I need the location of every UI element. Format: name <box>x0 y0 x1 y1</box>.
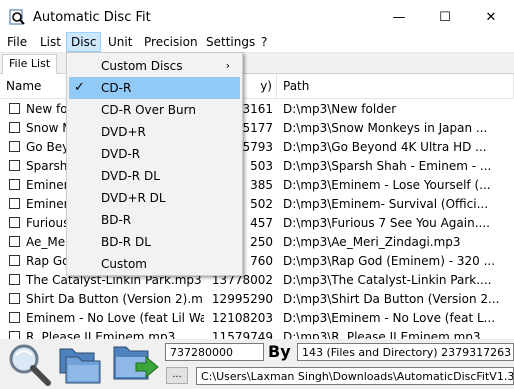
menu-item-custom[interactable]: Custom <box>69 253 240 275</box>
window-title: Automatic Disc Fit <box>33 9 151 25</box>
menu-item-label: DVD-R DL <box>101 169 160 183</box>
menu-unit[interactable]: Unit <box>104 32 136 52</box>
add-folders-icon[interactable] <box>56 339 106 387</box>
menu-item-label: CD-R <box>101 81 132 95</box>
menu-item-custom-discs[interactable]: Custom Discs › <box>69 55 240 77</box>
row-checkbox[interactable] <box>9 179 20 190</box>
row-checkbox[interactable] <box>9 255 20 266</box>
menu-item-label: DVD-R <box>101 147 141 161</box>
menu-item-label: Custom <box>101 257 147 271</box>
checkmark-icon: ✓ <box>74 80 85 95</box>
tab-file-list[interactable]: File List <box>2 54 58 74</box>
menu-item-cd-r-over-burn[interactable]: CD-R Over Burn <box>69 99 240 121</box>
row-checkbox[interactable] <box>9 122 20 133</box>
folder-export-icon[interactable] <box>110 339 160 387</box>
menu-item-label: CD-R Over Burn <box>101 103 196 117</box>
row-checkbox[interactable] <box>9 217 20 228</box>
row-checkbox[interactable] <box>9 160 20 171</box>
disc-dropdown-menu: Custom Discs › ✓ CD-R CD-R Over Burn DVD… <box>66 52 243 276</box>
menu-item-bd-r[interactable]: BD-R <box>69 209 240 231</box>
cell-path: D:\mp3\R. Please II Eminem.mp3 <box>283 330 481 339</box>
menu-item-label: DVD+R <box>101 125 146 139</box>
menu-item-bd-r-dl[interactable]: BD-R DL <box>69 231 240 253</box>
summary-field: 143 (Files and Directory) 2379317263 By … <box>297 343 514 361</box>
row-checkbox[interactable] <box>9 274 20 285</box>
row-checkbox[interactable] <box>9 236 20 247</box>
row-checkbox[interactable] <box>9 103 20 114</box>
bottom-toolbar: 737280000 By 143 (Files and Directory) 2… <box>0 339 514 389</box>
menu-item-cd-r[interactable]: ✓ CD-R <box>69 77 240 99</box>
menu-item-label: DVD+R DL <box>101 191 166 205</box>
maximize-icon: ☐ <box>439 9 451 25</box>
menu-help[interactable]: ? <box>257 32 271 52</box>
menu-item-dvd-minus-r[interactable]: DVD-R <box>69 143 240 165</box>
menu-settings[interactable]: Settings <box>202 32 259 52</box>
title-bar: Automatic Disc Fit — ☐ ✕ <box>0 0 514 34</box>
row-checkbox[interactable] <box>9 198 20 209</box>
menu-list[interactable]: List <box>36 32 65 52</box>
maximize-button[interactable]: ☐ <box>422 0 468 34</box>
menu-precision[interactable]: Precision <box>140 32 202 52</box>
menu-item-dvd-minus-r-dl[interactable]: DVD-R DL <box>69 165 240 187</box>
unit-label: By <box>268 342 291 361</box>
output-path-field[interactable]: C:\Users\Laxman Singh\Downloads\Automati… <box>196 367 514 385</box>
menu-item-label: BD-R <box>101 213 132 227</box>
row-checkbox[interactable] <box>9 293 20 304</box>
minimize-button[interactable]: — <box>376 0 422 34</box>
browse-button[interactable]: ... <box>166 367 188 384</box>
capacity-field[interactable]: 737280000 <box>165 343 264 361</box>
minimize-icon: — <box>392 9 406 25</box>
row-checkbox[interactable] <box>9 141 20 152</box>
app-magnifier-icon <box>9 9 25 25</box>
row-checkbox[interactable] <box>9 331 20 339</box>
close-icon: ✕ <box>485 9 497 25</box>
cell-size: 11579749 <box>211 330 273 339</box>
submenu-arrow-icon: › <box>225 59 230 72</box>
menu-file[interactable]: File <box>3 32 31 52</box>
table-row[interactable]: R. Please II Eminem mp3 11579749 D:\mp3\R.… <box>0 326 514 339</box>
menu-disc[interactable]: Disc <box>66 32 102 52</box>
search-magnifier-icon[interactable] <box>6 341 52 387</box>
menu-item-label: BD-R DL <box>101 235 151 249</box>
row-checkbox[interactable] <box>9 312 20 323</box>
close-button[interactable]: ✕ <box>468 0 514 34</box>
column-header-path[interactable]: Path <box>277 74 514 98</box>
cell-name: R. Please II Eminem mp3 <box>26 330 176 339</box>
menu-item-dvd-plus-r[interactable]: DVD+R <box>69 121 240 143</box>
menu-item-dvd-plus-r-dl[interactable]: DVD+R DL <box>69 187 240 209</box>
menu-bar: File List Disc Unit Precision Settings ? <box>0 32 514 53</box>
menu-item-label: Custom Discs <box>101 59 183 73</box>
